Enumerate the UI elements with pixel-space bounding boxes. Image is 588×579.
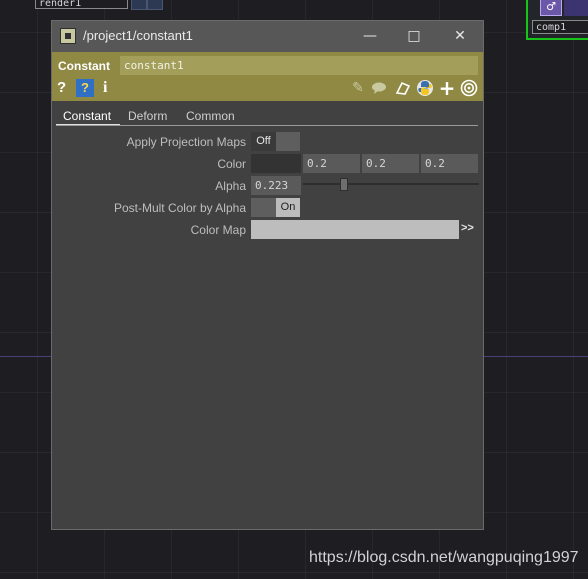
tab-common[interactable]: Common	[186, 107, 235, 125]
watermark: https://blog.csdn.net/wangpuqing1997	[309, 549, 579, 566]
tab-constant[interactable]: Constant	[63, 107, 111, 125]
alpha-slider-handle[interactable]	[340, 178, 348, 191]
render-node[interactable]: render1	[35, 0, 165, 10]
clone-icon[interactable]	[394, 79, 412, 97]
target-icon[interactable]	[460, 79, 478, 97]
close-button[interactable]: ✕	[449, 26, 471, 46]
info-icon[interactable]: i	[103, 79, 113, 97]
color-label: Color	[217, 157, 246, 171]
operator-header: Constant constant1 ? ? i ✎ +	[52, 52, 483, 101]
comp-node-thumbnail	[564, 0, 588, 16]
alpha-field[interactable]: 0.223	[251, 176, 301, 195]
parameter-tabs: Constant Deform Common	[52, 105, 483, 127]
color-map-expand-button[interactable]: >>	[461, 222, 474, 234]
window-title: /project1/constant1	[83, 28, 193, 43]
parameter-window: /project1/constant1 — □ ✕ Constant const…	[51, 20, 484, 530]
comment-icon[interactable]	[370, 79, 388, 97]
operator-name-field[interactable]: constant1	[120, 56, 478, 75]
post-mult-label: Post-Mult Color by Alpha	[113, 201, 246, 215]
color-swatch[interactable]	[251, 154, 301, 173]
color-map-field[interactable]	[251, 220, 459, 239]
operator-type-label: Constant	[58, 59, 110, 73]
python-help-icon[interactable]: ?	[76, 79, 94, 97]
color-r-field[interactable]: 0.2	[303, 154, 360, 173]
maximize-button[interactable]: □	[403, 26, 425, 46]
node-flag-icon[interactable]	[131, 0, 147, 10]
render-node-name[interactable]: render1	[35, 0, 128, 9]
tab-deform[interactable]: Deform	[128, 107, 167, 125]
toggle-value: On	[276, 198, 300, 217]
node-flag-icon[interactable]	[147, 0, 163, 10]
comp-node-badge: ♂	[540, 0, 562, 16]
color-g-field[interactable]: 0.2	[362, 154, 419, 173]
alpha-slider-track[interactable]	[303, 183, 479, 185]
python-icon[interactable]	[416, 79, 434, 97]
alpha-label: Alpha	[215, 179, 246, 193]
toggle-off-side	[251, 198, 276, 217]
add-icon[interactable]: +	[438, 78, 456, 98]
color-map-label: Color Map	[190, 223, 246, 237]
color-b-field[interactable]: 0.2	[421, 154, 478, 173]
comp-node-name[interactable]: comp1	[532, 20, 588, 34]
operator-icon	[60, 28, 76, 44]
edit-icon[interactable]: ✎	[349, 79, 367, 97]
tabs-divider	[56, 125, 478, 126]
post-mult-toggle[interactable]: On	[251, 198, 300, 217]
window-titlebar[interactable]: /project1/constant1 — □ ✕	[52, 21, 483, 52]
help-icon[interactable]: ?	[57, 79, 69, 97]
comp-node[interactable]: ♂ comp1	[526, 0, 588, 40]
apply-projection-maps-toggle[interactable]: Off	[251, 132, 300, 151]
minimize-button[interactable]: —	[359, 26, 381, 46]
toggle-off-side	[276, 132, 300, 151]
toggle-value: Off	[251, 132, 276, 151]
apply-projection-maps-label: Apply Projection Maps	[126, 135, 246, 149]
